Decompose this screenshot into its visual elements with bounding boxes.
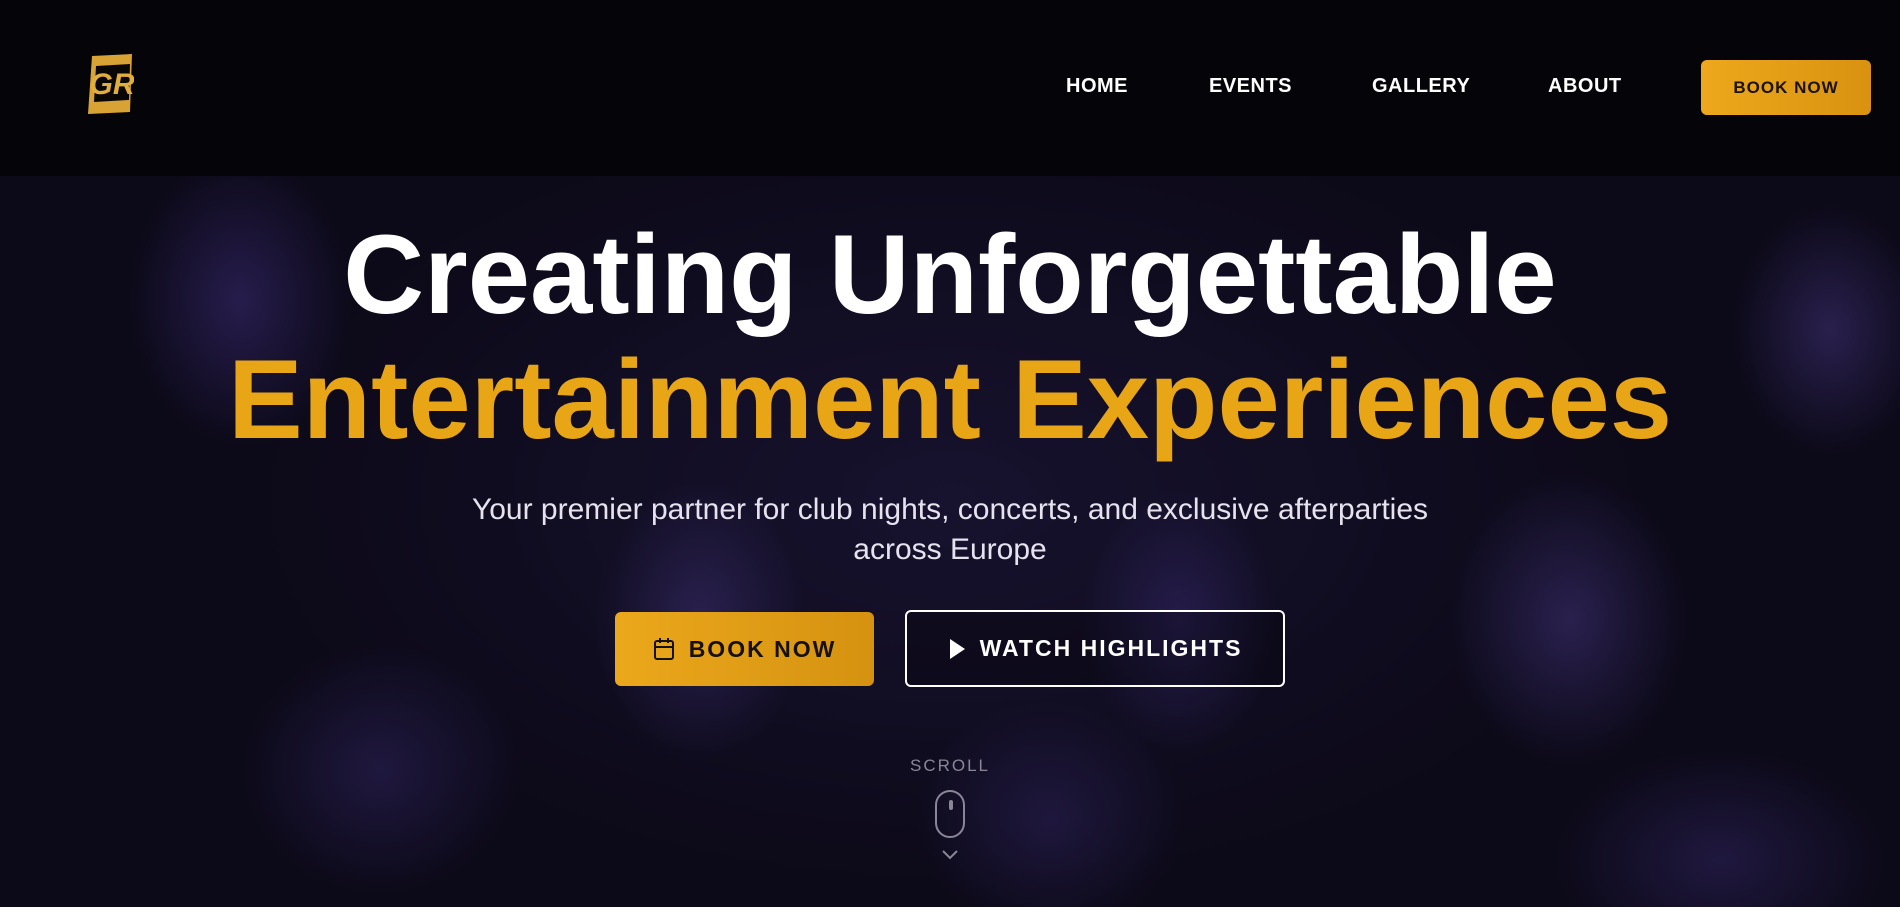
scroll-label: SCROLL — [909, 756, 991, 775]
nav-home[interactable]: HOME — [1066, 75, 1128, 98]
hero-subtitle: Your premier partner for club nights, co… — [471, 493, 1429, 566]
mouse-icon[interactable] — [935, 790, 965, 838]
hero-book-now-label: BOOK NOW — [688, 635, 837, 662]
watch-highlights-button[interactable]: WATCH HIGHLIGHTS — [905, 610, 1285, 687]
watch-highlights-label: WATCH HIGHLIGHTS — [979, 635, 1243, 661]
nav-about[interactable]: ABOUT — [1548, 75, 1622, 98]
calendar-icon — [653, 638, 674, 660]
nav-gallery[interactable]: GALLERY — [1372, 75, 1470, 98]
header-book-now-button[interactable]: BOOK NOW — [1701, 60, 1871, 115]
mouse-wheel — [949, 800, 953, 810]
site-header: GR HOME EVENTS GALLERY ABOUT BOOK NOW — [0, 0, 1900, 176]
logo-text: GR — [90, 68, 135, 101]
chevron-down-icon[interactable] — [941, 848, 959, 862]
hero-title-line1: Creating Unforgettable — [343, 212, 1557, 337]
play-icon — [949, 638, 965, 659]
nav-events[interactable]: EVENTS — [1209, 75, 1292, 98]
hero-title-line2: Entertainment Experiences — [227, 337, 1673, 462]
logo[interactable]: GR — [86, 52, 134, 118]
hero-book-now-button[interactable]: BOOK NOW — [615, 612, 874, 686]
